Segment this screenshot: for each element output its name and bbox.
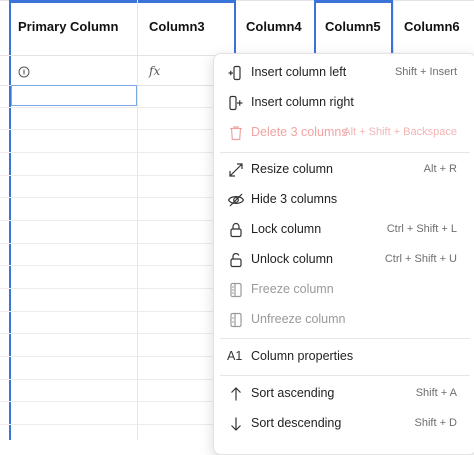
- menu-item-label: Hide 3 columns: [251, 192, 338, 206]
- menu-item-hide-columns[interactable]: Hide 3 columns: [214, 186, 474, 214]
- menu-item-insert-column-left[interactable]: Insert column left Shift + Insert: [214, 59, 474, 87]
- column-properties-icon: A1: [227, 349, 243, 363]
- menu-item-unfreeze-column[interactable]: Unfreeze column: [214, 306, 474, 334]
- menu-separator: [220, 152, 470, 153]
- menu-item-resize-column[interactable]: Resize column Alt + R: [214, 156, 474, 184]
- unfreeze-icon: [227, 311, 245, 329]
- info-circle-icon[interactable]: [18, 66, 30, 78]
- function-icon[interactable]: fx: [149, 64, 160, 78]
- active-cell[interactable]: [11, 85, 137, 106]
- arrow-down-icon: [227, 415, 245, 433]
- menu-separator: [220, 338, 470, 339]
- trash-icon: [227, 124, 245, 142]
- menu-item-shortcut: Shift + Insert: [394, 66, 457, 78]
- menu-item-shortcut: Ctrl + Shift + L: [386, 223, 457, 235]
- menu-item-label: Delete 3 columns: [251, 125, 348, 139]
- insert-right-icon: [227, 94, 245, 112]
- resize-icon: [227, 161, 245, 179]
- menu-item-label: Sort ascending: [251, 386, 335, 400]
- menu-item-sort-ascending[interactable]: Sort ascending Shift + A: [214, 380, 474, 408]
- lock-icon: [227, 221, 245, 239]
- column-header-column4[interactable]: Column4: [236, 0, 314, 55]
- menu-item-label: Lock column: [251, 222, 322, 236]
- menu-item-insert-column-right[interactable]: Insert column right: [214, 89, 474, 117]
- column-header-column6[interactable]: Column6: [394, 0, 474, 55]
- menu-item-label: Unfreeze column: [251, 312, 346, 326]
- menu-item-shortcut: Alt + R: [423, 163, 457, 175]
- freeze-icon: [227, 281, 245, 299]
- menu-item-label: Sort descending: [251, 416, 342, 430]
- menu-item-freeze-column[interactable]: Freeze column: [214, 276, 474, 304]
- menu-item-shortcut: Shift + A: [415, 387, 457, 399]
- menu-item-label: Unlock column: [251, 252, 333, 266]
- menu-separator: [220, 375, 470, 376]
- menu-item-label: Insert column right: [251, 95, 354, 109]
- eye-off-icon: [227, 191, 245, 209]
- column-header-label: Column5: [325, 19, 381, 34]
- column-context-menu: Insert column left Shift + Insert Insert…: [213, 53, 474, 455]
- menu-item-label: Column properties: [251, 349, 354, 363]
- insert-left-icon: [227, 64, 245, 82]
- column-header-column3[interactable]: Column3: [138, 0, 235, 55]
- menu-item-label: Insert column left: [251, 65, 347, 79]
- menu-item-unlock-column[interactable]: Unlock column Ctrl + Shift + U: [214, 246, 474, 274]
- column-header-label: Column3: [149, 19, 205, 34]
- menu-item-lock-column[interactable]: Lock column Ctrl + Shift + L: [214, 216, 474, 244]
- menu-item-shortcut: Shift + D: [414, 417, 458, 429]
- menu-item-delete-columns[interactable]: Delete 3 columns Alt + Shift + Backspace: [214, 119, 474, 147]
- column-header-label: Primary Column: [18, 19, 119, 34]
- unlock-icon: [227, 251, 245, 269]
- menu-item-label: Freeze column: [251, 282, 334, 296]
- column-header-label: Column6: [404, 19, 460, 34]
- arrow-up-icon: [227, 385, 245, 403]
- menu-item-shortcut: Ctrl + Shift + U: [384, 253, 457, 265]
- column-header-row: Primary Column Column3 Column4 Column5 C…: [0, 0, 474, 56]
- menu-item-sort-descending[interactable]: Sort descending Shift + D: [214, 410, 474, 438]
- menu-item-shortcut: Alt + Shift + Backspace: [343, 126, 457, 138]
- column-header-label: Column4: [246, 19, 302, 34]
- menu-item-label: Resize column: [251, 162, 333, 176]
- column-header-column5[interactable]: Column5: [315, 0, 392, 55]
- column-header-primary[interactable]: Primary Column: [10, 0, 137, 55]
- menu-item-column-properties[interactable]: A1 Column properties: [214, 343, 474, 371]
